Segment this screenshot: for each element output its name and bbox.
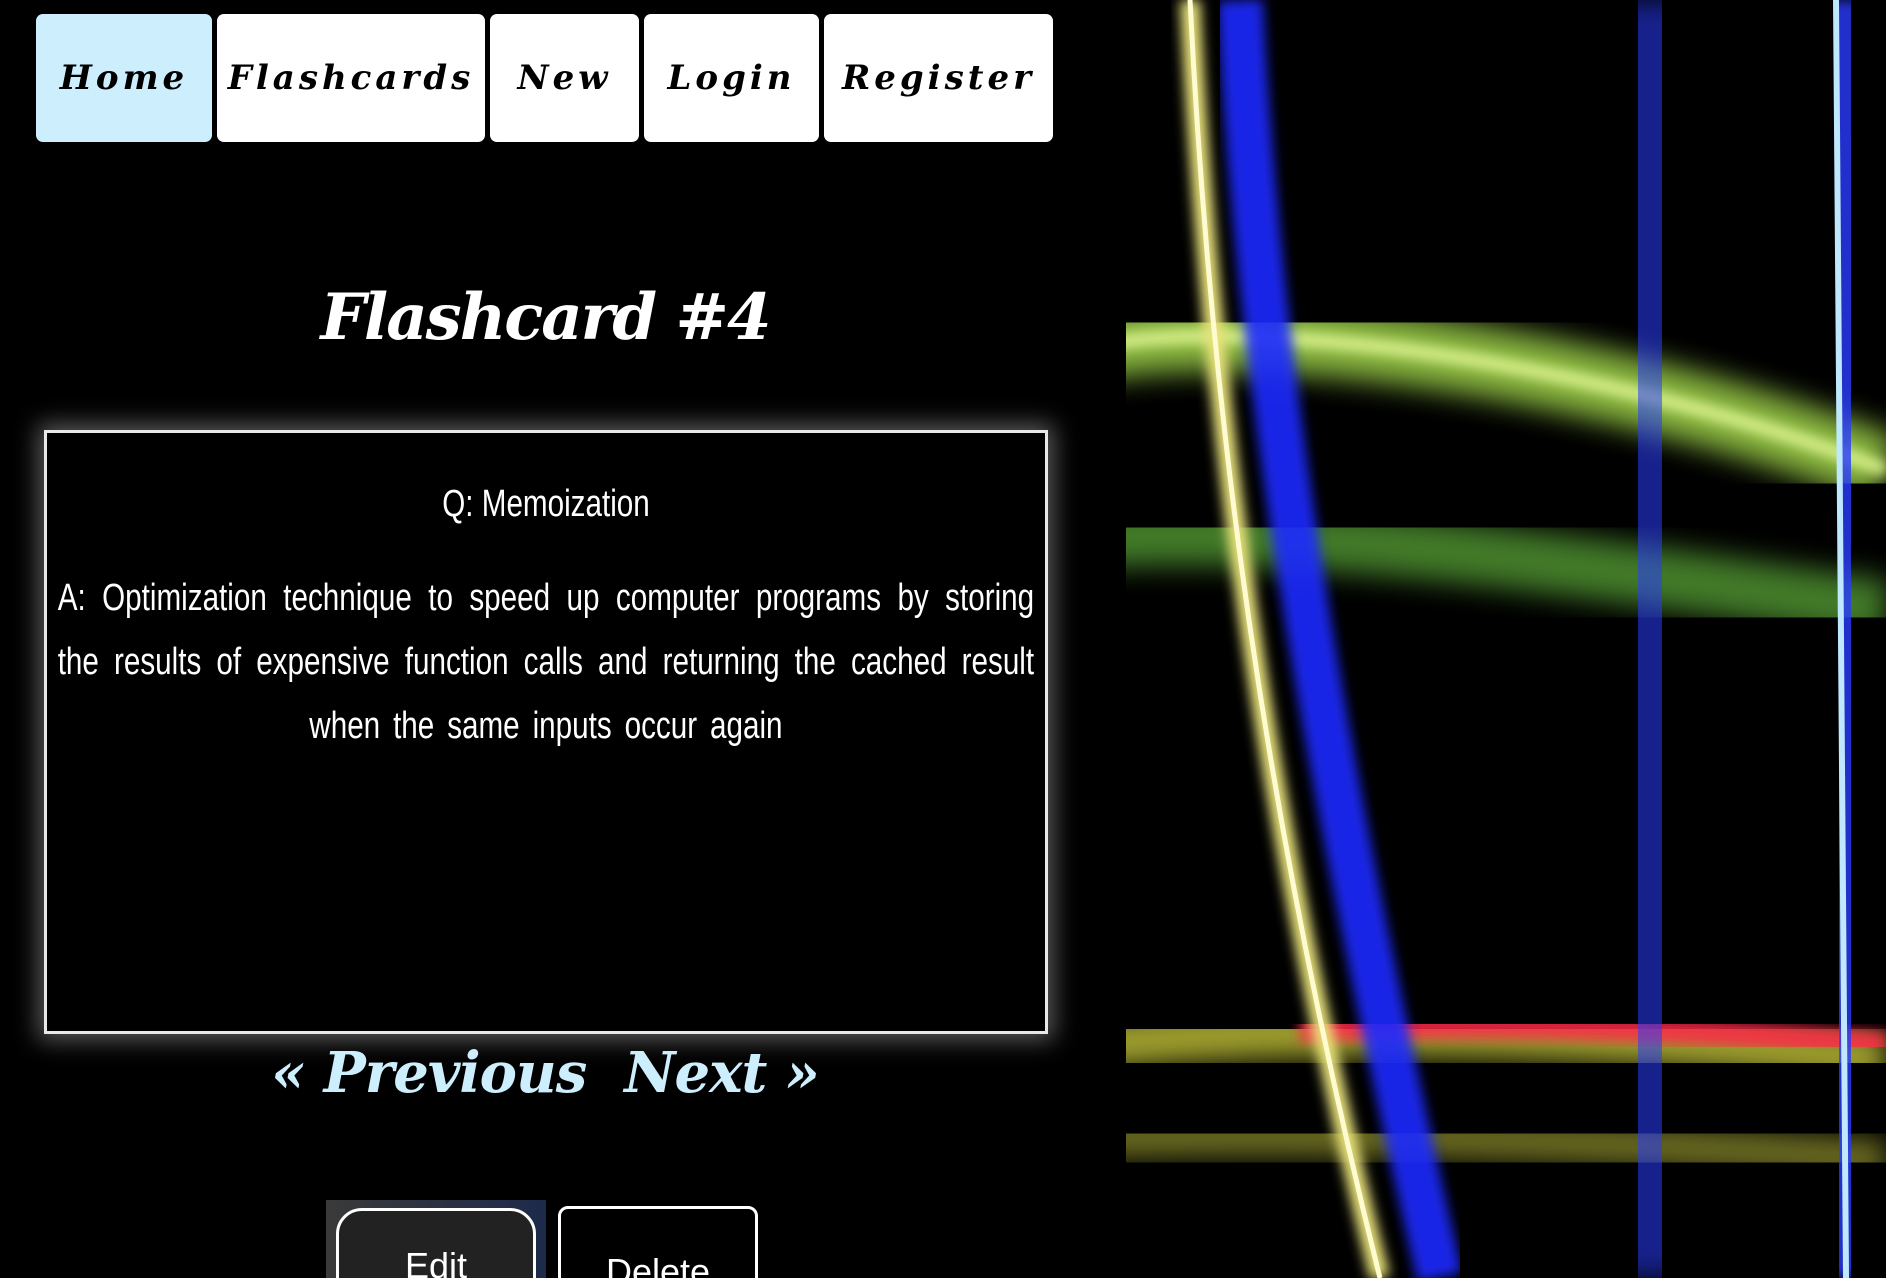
- previous-link[interactable]: « Previous: [271, 1040, 587, 1106]
- edit-button-wrapper: Edit: [326, 1200, 546, 1278]
- edit-button[interactable]: Edit: [336, 1208, 536, 1278]
- nav-item-login[interactable]: Login: [644, 14, 819, 142]
- nav-item-flashcards[interactable]: Flashcards: [217, 14, 485, 142]
- nav-item-register[interactable]: Register: [824, 14, 1053, 142]
- nav-item-new[interactable]: New: [490, 14, 639, 142]
- next-link[interactable]: Next »: [624, 1040, 820, 1106]
- flashcard: Q: Memoization A: Optimization technique…: [44, 430, 1048, 1034]
- top-nav: Home Flashcards New Login Register: [36, 14, 1053, 142]
- card-actions: Edit Delete: [326, 1200, 758, 1278]
- page-title: Flashcard #4: [320, 280, 771, 355]
- page: Home Flashcards New Login Register Flash…: [0, 0, 1886, 1278]
- flashcard-answer: A: Optimization technique to speed up co…: [57, 577, 1035, 747]
- flashcard-answer-container: A: Optimization technique to speed up co…: [57, 566, 1035, 758]
- flashcard-question: Q: Memoization: [442, 483, 650, 525]
- background-light-streaks: [1000, 0, 1886, 1278]
- delete-button[interactable]: Delete: [558, 1206, 758, 1278]
- nav-item-home[interactable]: Home: [36, 14, 212, 142]
- pagination: « Previous Next »: [40, 1040, 1050, 1106]
